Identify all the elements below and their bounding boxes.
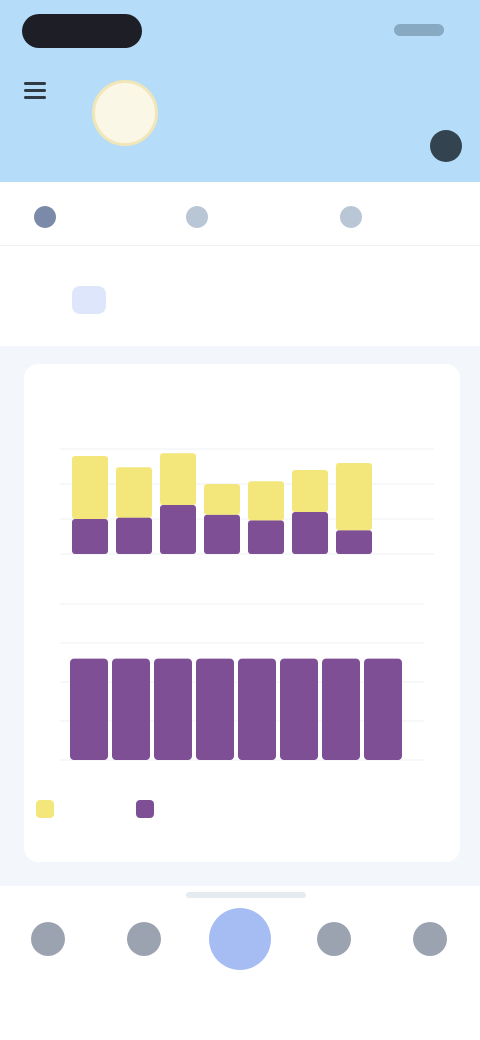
bar bbox=[154, 658, 192, 760]
nav-item-5[interactable] bbox=[400, 922, 460, 964]
bar-segment bbox=[292, 512, 328, 554]
bar-segment bbox=[116, 517, 152, 554]
avatar[interactable] bbox=[92, 80, 158, 146]
tab-3-icon bbox=[340, 206, 362, 228]
header-action-button[interactable] bbox=[430, 130, 462, 162]
nav-2-icon bbox=[127, 922, 161, 956]
bar bbox=[196, 658, 234, 760]
menu-icon[interactable] bbox=[24, 82, 46, 100]
bar-segment bbox=[248, 520, 284, 554]
bar bbox=[322, 658, 360, 760]
profile-header bbox=[0, 0, 480, 182]
summary-section bbox=[0, 246, 480, 346]
bar-segment bbox=[72, 456, 108, 519]
tab-2-icon bbox=[186, 206, 208, 228]
nav-item-2[interactable] bbox=[114, 922, 174, 964]
nav-1-icon bbox=[31, 922, 65, 956]
bar-segment bbox=[160, 453, 196, 505]
legend-swatch bbox=[36, 800, 54, 818]
bottom-navigation bbox=[0, 888, 480, 1040]
nav-5-icon bbox=[413, 922, 447, 956]
tab-1[interactable] bbox=[34, 206, 64, 228]
legend-swatch bbox=[136, 800, 154, 818]
bar-segment bbox=[248, 481, 284, 521]
tab-2[interactable] bbox=[186, 206, 216, 228]
bar bbox=[238, 658, 276, 760]
summary-icon bbox=[72, 286, 106, 314]
tab-bar bbox=[0, 182, 480, 246]
nav-4-icon bbox=[317, 922, 351, 956]
nav-item-1[interactable] bbox=[18, 922, 78, 964]
tab-3[interactable] bbox=[340, 206, 370, 228]
bar-segment bbox=[116, 467, 152, 518]
bar-segment bbox=[292, 470, 328, 512]
bar-segment bbox=[336, 463, 372, 531]
tab-1-icon bbox=[34, 206, 56, 228]
bar-segment bbox=[72, 519, 108, 554]
nav-center-icon bbox=[209, 908, 271, 970]
nav-item-center[interactable] bbox=[209, 908, 271, 978]
bar-segment bbox=[204, 514, 240, 554]
bar-segment bbox=[160, 505, 196, 554]
nav-handle bbox=[186, 892, 306, 898]
bar bbox=[280, 658, 318, 760]
bar-segment bbox=[204, 484, 240, 515]
bar-segment bbox=[336, 530, 372, 554]
nav-item-4[interactable] bbox=[304, 922, 364, 964]
chart-canvas bbox=[36, 448, 434, 818]
bar bbox=[364, 658, 402, 760]
status-pill bbox=[22, 14, 142, 48]
bar bbox=[112, 658, 150, 760]
status-indicators bbox=[394, 24, 444, 36]
bar bbox=[70, 658, 108, 760]
chart-card bbox=[24, 364, 460, 862]
